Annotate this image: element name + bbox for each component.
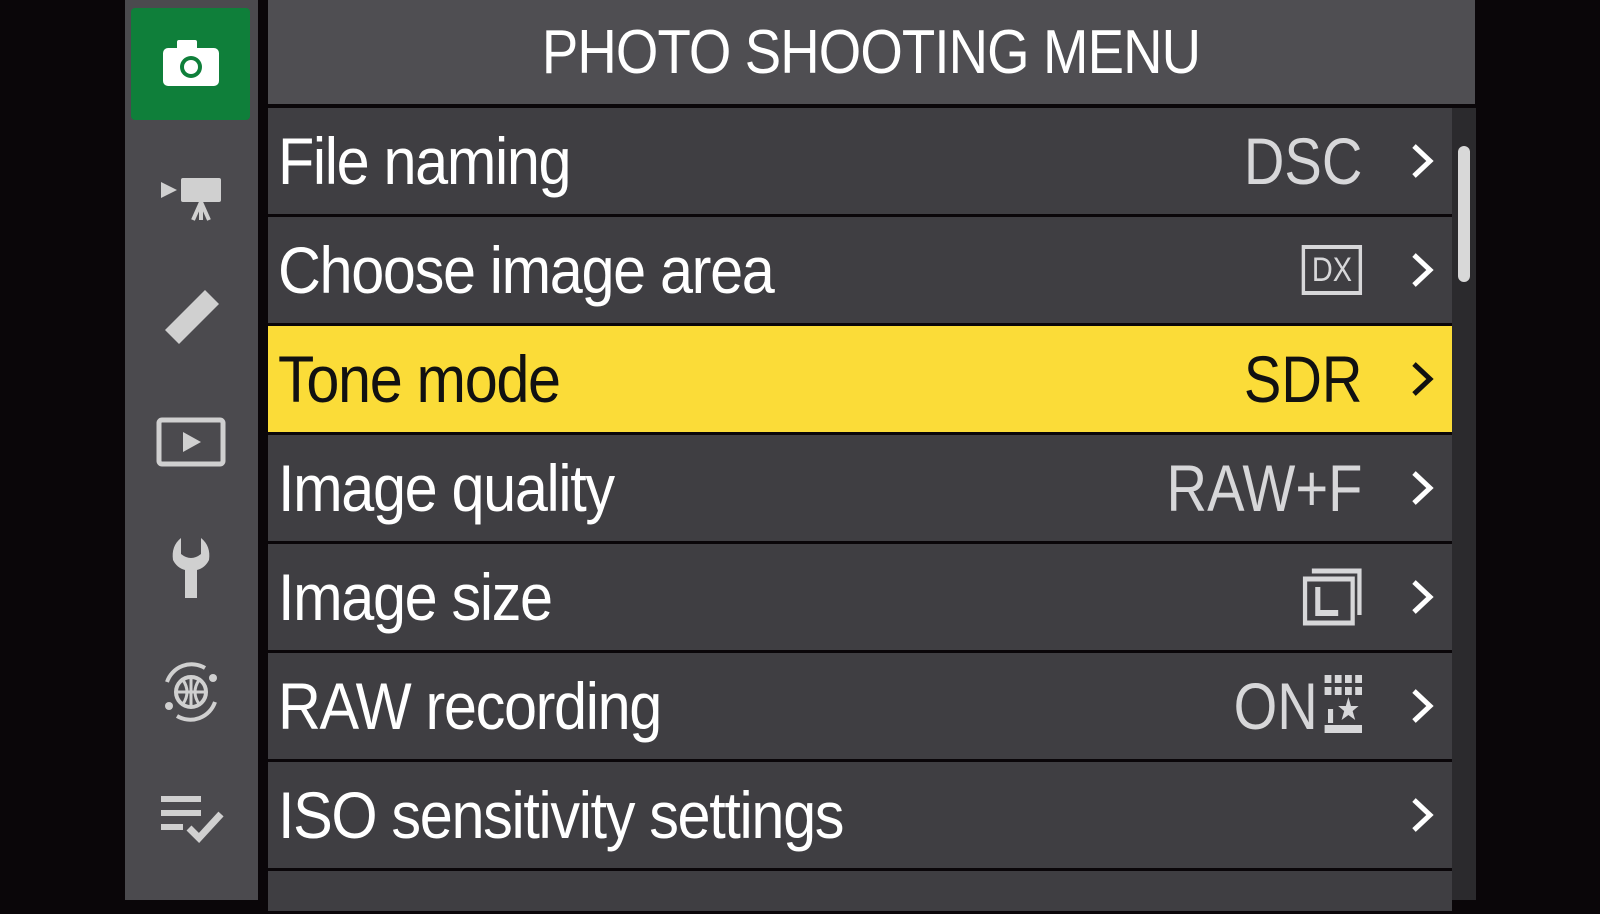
dx-badge: DX <box>1301 245 1362 295</box>
menu-item-tone-mode[interactable]: Tone mode SDR <box>268 326 1452 432</box>
menu-item-value <box>1302 567 1363 627</box>
menu-item-iso-sensitivity-settings[interactable]: ISO sensitivity settings <box>268 762 1452 868</box>
chevron-right-icon <box>1402 136 1442 186</box>
tab-movie-shooting[interactable] <box>131 136 250 248</box>
page-title: PHOTO SHOOTING MENU <box>542 17 1201 87</box>
chevron-right-icon <box>1402 572 1442 622</box>
playback-icon <box>156 417 225 467</box>
movie-camera-icon <box>160 178 221 221</box>
menu-item-label: ISO sensitivity settings <box>278 778 844 852</box>
menu-item-raw-recording[interactable]: RAW recording ON <box>268 653 1452 759</box>
menu-item-value: RAW+F <box>1166 451 1362 525</box>
menu-item-label: Choose image area <box>278 233 775 307</box>
camera-icon <box>162 40 219 86</box>
menu-scrollbar[interactable] <box>1452 108 1476 900</box>
menu-tab-rail <box>125 0 258 900</box>
tab-network[interactable] <box>131 636 250 748</box>
scrollbar-thumb[interactable] <box>1458 146 1470 282</box>
menu-item-label: Image size <box>278 560 553 634</box>
menu-item-file-naming[interactable]: File naming DSC <box>268 108 1452 214</box>
chevron-right-icon <box>1402 463 1442 513</box>
menu-item-label: File naming <box>278 124 572 198</box>
network-icon <box>164 662 217 722</box>
menu-item-image-quality[interactable]: Image quality RAW+F <box>268 435 1452 541</box>
my-menu-icon <box>160 796 224 844</box>
menu-item-value: ON <box>1234 668 1362 744</box>
chevron-right-icon <box>1402 245 1442 295</box>
menu-item-label: Image quality <box>278 451 615 525</box>
menu-item-value: DSC <box>1243 124 1362 198</box>
chevron-right-icon <box>1402 790 1442 840</box>
menu-header: PHOTO SHOOTING MENU <box>268 0 1475 104</box>
menu-item-value: DX <box>1301 245 1362 295</box>
menu-item-label: RAW recording <box>278 669 662 743</box>
chevron-right-icon <box>1402 681 1442 731</box>
camera-menu-screen: PHOTO SHOOTING MENU File naming DSC Choo… <box>0 0 1600 911</box>
menu-item-label: Tone mode <box>278 342 561 416</box>
menu-list: File naming DSC Choose image area DX Ton… <box>268 108 1452 914</box>
pencil-icon <box>164 290 219 344</box>
size-large-icon <box>1302 568 1362 626</box>
high-efficiency-star-icon <box>1324 675 1362 733</box>
menu-item-image-size[interactable]: Image size <box>268 544 1452 650</box>
menu-item-partially-visible[interactable] <box>268 871 1452 911</box>
chevron-right-icon <box>1402 354 1442 404</box>
wrench-icon <box>172 538 209 598</box>
tab-custom-settings[interactable] <box>131 262 250 374</box>
tab-playback[interactable] <box>131 386 250 498</box>
tab-setup[interactable] <box>131 512 250 624</box>
tab-photo-shooting[interactable] <box>131 8 250 120</box>
raw-recording-state: ON <box>1233 669 1318 743</box>
menu-item-value: SDR <box>1243 342 1362 416</box>
menu-item-choose-image-area[interactable]: Choose image area DX <box>268 217 1452 323</box>
tab-my-menu[interactable] <box>131 760 250 872</box>
